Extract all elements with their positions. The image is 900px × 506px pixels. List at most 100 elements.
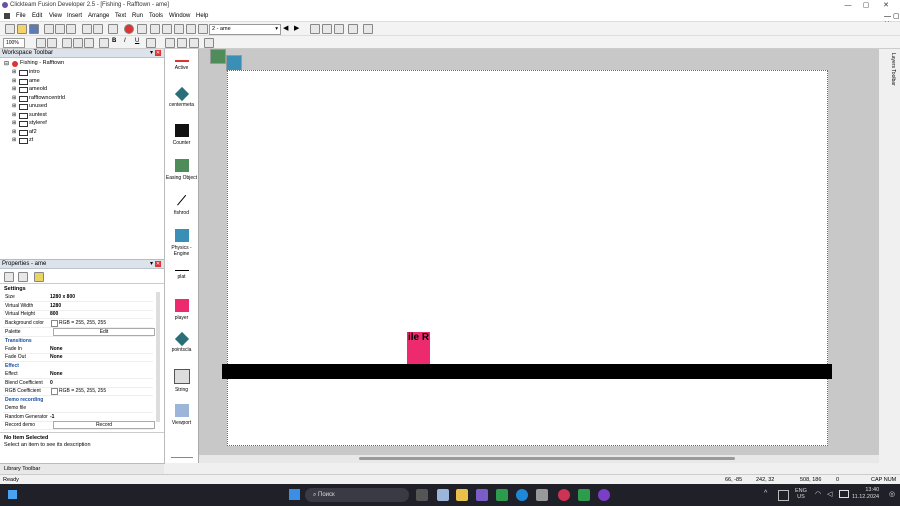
color-swatch[interactable] bbox=[51, 388, 58, 396]
layers-toolbar-tab[interactable]: Layers Toolbar bbox=[890, 53, 896, 86]
menu-run[interactable]: Run bbox=[132, 13, 143, 19]
tree-expand-icon[interactable]: ⊞ bbox=[12, 86, 16, 92]
underline-icon[interactable]: U bbox=[135, 38, 139, 44]
object-item[interactable]: player bbox=[165, 299, 198, 321]
cut-icon[interactable] bbox=[44, 24, 54, 34]
bounding-box-icon[interactable] bbox=[204, 38, 214, 48]
start-icon[interactable] bbox=[289, 489, 300, 500]
property-row[interactable]: Record demo Record bbox=[3, 421, 155, 431]
menu-edit[interactable]: Edit bbox=[32, 13, 42, 19]
bold-icon[interactable]: B bbox=[112, 38, 116, 44]
tree-expand-icon[interactable]: ⊞ bbox=[12, 78, 16, 84]
event-editor-icon[interactable] bbox=[174, 24, 184, 34]
tab-runtime-icon[interactable] bbox=[18, 272, 28, 282]
library-toolbar-tab[interactable]: Library Toolbar bbox=[0, 463, 164, 474]
tree-item-frame[interactable]: rafftowncentrld bbox=[29, 94, 65, 102]
tree-item-frame[interactable]: ame bbox=[29, 77, 40, 85]
menu-tools[interactable]: Tools bbox=[149, 13, 163, 19]
clock[interactable]: 13:40 11.12.2024 bbox=[852, 487, 879, 501]
menu-help[interactable]: Help bbox=[196, 13, 208, 19]
data-elements-icon[interactable] bbox=[198, 24, 208, 34]
font-icon[interactable] bbox=[99, 38, 109, 48]
object-item[interactable]: Physics - Engine bbox=[165, 229, 198, 257]
tree-item-frame[interactable]: ameold bbox=[29, 85, 47, 93]
horizontal-scrollbar[interactable] bbox=[199, 455, 879, 463]
menu-text[interactable]: Text bbox=[115, 13, 126, 19]
close-button[interactable]: ✕ bbox=[878, 1, 894, 10]
property-row[interactable]: Background color RGB = 255, 255, 255 bbox=[3, 319, 153, 329]
tree-item-frame[interactable]: zt bbox=[29, 136, 33, 144]
frame-canvas[interactable]: ile R bbox=[227, 70, 828, 446]
tab-settings-icon[interactable] bbox=[4, 272, 14, 282]
tree-item-frame[interactable]: af2 bbox=[29, 128, 37, 136]
property-row[interactable]: Blend Coefficient 0 bbox=[3, 379, 153, 388]
property-row[interactable]: Virtual Width 1280 bbox=[3, 302, 153, 311]
properties-scrollbar[interactable] bbox=[156, 292, 160, 422]
storyboard-icon[interactable] bbox=[150, 24, 160, 34]
tree-expand-icon[interactable]: ⊞ bbox=[12, 112, 16, 118]
media-player-icon[interactable] bbox=[558, 489, 570, 501]
property-row[interactable]: Random Generator -1 bbox=[3, 413, 153, 422]
tree-expand-icon[interactable]: ⊞ bbox=[12, 69, 16, 75]
undo-icon[interactable] bbox=[82, 24, 92, 34]
object-item[interactable]: pointscla bbox=[165, 331, 198, 353]
layout-icon-2[interactable] bbox=[322, 24, 332, 34]
menu-window[interactable]: Window bbox=[169, 13, 190, 19]
pin-icon[interactable]: ▾ bbox=[150, 260, 153, 268]
file-explorer-icon[interactable] bbox=[437, 489, 449, 501]
save-icon[interactable] bbox=[29, 24, 39, 34]
clickteam-icon[interactable] bbox=[476, 489, 488, 501]
pin-icon[interactable]: ▾ bbox=[150, 49, 153, 57]
object-item[interactable]: String bbox=[165, 369, 198, 393]
backdrop-object-icon[interactable] bbox=[210, 49, 226, 64]
property-row[interactable]: Fade Out None bbox=[3, 353, 153, 363]
tree-expand-icon[interactable]: ⊞ bbox=[12, 137, 16, 143]
frame-editor-icon[interactable] bbox=[162, 24, 172, 34]
copy-icon[interactable] bbox=[55, 24, 65, 34]
tree-expand-icon[interactable]: ⊞ bbox=[12, 120, 16, 126]
close-panel-icon[interactable]: ✕ bbox=[155, 50, 161, 56]
layout-icon-4[interactable] bbox=[348, 24, 358, 34]
notification-icon[interactable]: ◎ bbox=[889, 490, 895, 498]
align-center-icon[interactable] bbox=[177, 38, 187, 48]
taskbar-search[interactable]: ⌕ Поиск bbox=[305, 488, 409, 502]
menu-insert[interactable]: Insert bbox=[67, 13, 82, 19]
align-icon[interactable] bbox=[84, 38, 94, 48]
language-indicator[interactable]: ENG US bbox=[795, 488, 807, 500]
tab-about-icon[interactable] bbox=[34, 272, 44, 282]
tree-item-frame[interactable]: suntest bbox=[29, 111, 47, 119]
frame-select-dropdown[interactable]: 2 - ame ▾ bbox=[209, 24, 281, 35]
zoom-select[interactable]: 100% bbox=[3, 38, 25, 48]
tree-item-frame[interactable]: styleref bbox=[29, 119, 47, 127]
property-row[interactable]: Size 1280 x 800 bbox=[3, 293, 153, 302]
xbox-icon[interactable] bbox=[496, 489, 508, 501]
frame-editor[interactable]: ile R bbox=[199, 49, 886, 463]
align-left-icon[interactable] bbox=[165, 38, 175, 48]
run-app-icon[interactable] bbox=[137, 24, 147, 34]
task-view-icon[interactable] bbox=[416, 489, 428, 501]
build-icon[interactable] bbox=[108, 24, 118, 34]
tree-item-frame[interactable]: intro bbox=[29, 68, 40, 76]
app-icon-2[interactable] bbox=[536, 489, 548, 501]
snap-icon[interactable] bbox=[73, 38, 83, 48]
property-row[interactable]: Demo file bbox=[3, 404, 153, 413]
object-toolbar-splitter[interactable] bbox=[171, 457, 193, 458]
tree-collapse-icon[interactable]: ⊟ bbox=[4, 60, 9, 67]
layout-icon-1[interactable] bbox=[310, 24, 320, 34]
tree-item-frame[interactable]: unused bbox=[29, 102, 47, 110]
excel-icon[interactable] bbox=[578, 489, 590, 501]
open-icon[interactable] bbox=[17, 24, 27, 34]
layout-icon-5[interactable] bbox=[363, 24, 373, 34]
italic-icon[interactable]: I bbox=[124, 38, 126, 44]
object-item[interactable]: fishrod bbox=[165, 194, 198, 216]
property-row[interactable]: Fade In None bbox=[3, 345, 153, 354]
new-icon[interactable] bbox=[5, 24, 15, 34]
align-right-icon[interactable] bbox=[189, 38, 199, 48]
property-row[interactable]: Virtual Height 800 bbox=[3, 310, 153, 320]
maximize-button[interactable]: ▢ bbox=[858, 1, 874, 10]
next-frame-icon[interactable]: ▶ bbox=[294, 24, 299, 32]
stop-icon[interactable] bbox=[124, 24, 134, 34]
menu-view[interactable]: View bbox=[49, 13, 62, 19]
event-list-icon[interactable] bbox=[186, 24, 196, 34]
battery-icon[interactable] bbox=[839, 490, 849, 498]
